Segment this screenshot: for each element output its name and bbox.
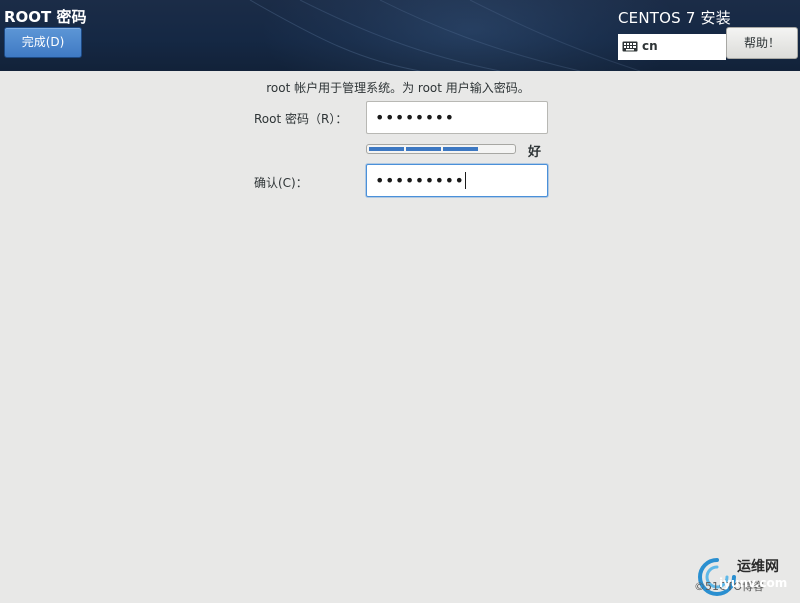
confirm-password-value: ••••••••• xyxy=(375,171,465,190)
intro-text: root 帐户用于管理系统。为 root 用户输入密码。 xyxy=(266,81,530,95)
password-strength-label: 好 xyxy=(528,145,542,160)
root-password-label: Root 密码（R）： xyxy=(254,112,348,126)
watermark-name: 运维网 xyxy=(737,559,779,575)
confirm-password-label: 确认(C)： xyxy=(254,176,308,190)
help-button[interactable]: 帮助！ xyxy=(726,27,798,59)
root-password-field[interactable]: •••••••• xyxy=(366,101,548,134)
keyboard-layout-indicator[interactable]: cn xyxy=(618,34,726,60)
page-title: ROOT 密码 xyxy=(4,8,87,26)
text-cursor xyxy=(465,172,467,189)
done-button[interactable]: 完成(D) xyxy=(4,27,82,58)
watermark: 运维网 ©51CTO博客 iyunv.com xyxy=(693,556,800,600)
password-strength-bar xyxy=(366,144,516,154)
strength-segment xyxy=(406,147,441,151)
keyboard-icon xyxy=(622,41,638,52)
keyboard-layout-label: cn xyxy=(642,39,658,53)
password-strength-fill xyxy=(369,147,478,151)
strength-segment xyxy=(443,147,478,151)
strength-segment xyxy=(369,147,404,151)
root-password-value: •••••••• xyxy=(375,108,455,127)
watermark-url: iyunv.com xyxy=(719,576,788,590)
confirm-password-field[interactable]: ••••••••• xyxy=(366,164,548,197)
product-title: CENTOS 7 安装 xyxy=(618,9,731,27)
top-bar: ROOT 密码 完成(D) CENTOS 7 安装 cn 帮助！ xyxy=(0,0,800,71)
